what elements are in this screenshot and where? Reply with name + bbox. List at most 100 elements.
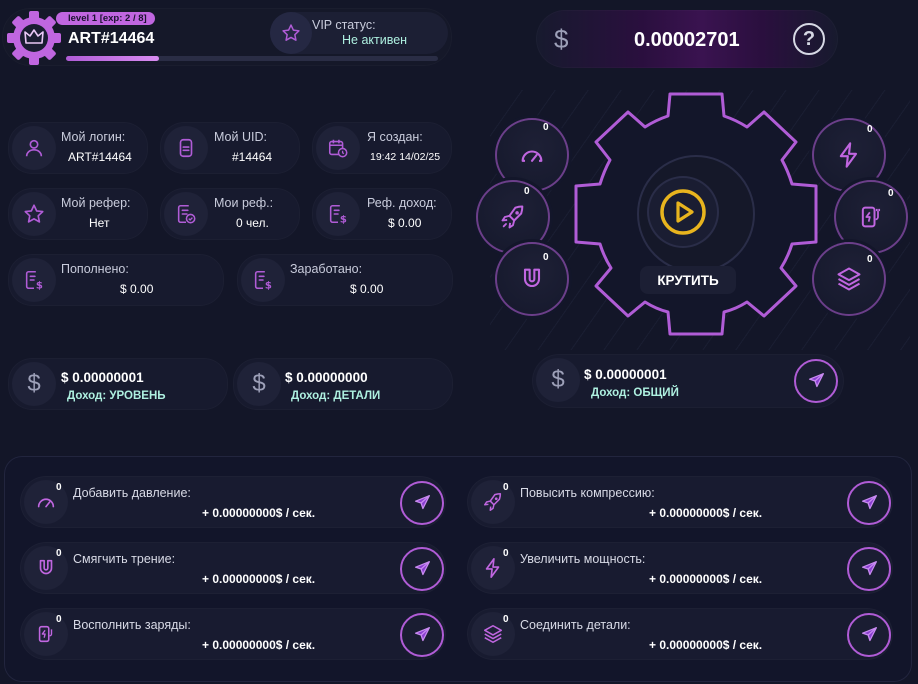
upgrade-power-rate: + 0.00000000$ / сек. xyxy=(649,572,763,586)
login-label: Мой логин: xyxy=(61,130,126,144)
calendar-clock-icon xyxy=(328,139,348,158)
profile-gear-logo xyxy=(6,10,62,66)
rocket-icon xyxy=(501,205,524,229)
lightning-icon xyxy=(839,142,858,168)
deposited-label: Пополнено: xyxy=(61,262,129,276)
login-value: ART#14464 xyxy=(68,150,132,164)
income-parts-icon-holder: $ xyxy=(237,362,281,406)
balance-dollar-icon: $ xyxy=(554,24,569,54)
upgrade-compression-row xyxy=(467,476,893,528)
upgrade-compression-count: 0 xyxy=(503,482,509,493)
svg-text:$: $ xyxy=(265,280,272,291)
uid-value: #14464 xyxy=(232,150,273,164)
dollar-icon: $ xyxy=(252,370,266,397)
income-total-icon-holder: $ xyxy=(536,358,580,402)
question-icon: ? xyxy=(802,28,816,50)
star-icon xyxy=(282,24,300,41)
level-badge-text: level 1 [exp: 2 / 8] xyxy=(68,13,147,24)
orb-friction[interactable] xyxy=(495,242,569,316)
income-parts-amount: $ 0.00000000 xyxy=(285,370,368,385)
upgrade-charge-rate: + 0.00000000$ / сек. xyxy=(202,638,316,652)
send-arrow-icon xyxy=(861,561,877,576)
send-arrow-icon xyxy=(414,495,430,510)
exp-progress-fill xyxy=(66,56,159,61)
balance-value: 0.00002701 xyxy=(634,29,740,51)
orb-pressure-count: 0 xyxy=(543,122,549,133)
ref-income-icon-holder: $ xyxy=(316,192,360,236)
upgrade-parts-button[interactable] xyxy=(847,613,891,657)
dollar-icon: $ xyxy=(551,366,565,393)
upgrade-power-row xyxy=(467,542,893,594)
send-arrow-icon xyxy=(414,561,430,576)
vip-star-holder xyxy=(270,12,312,54)
upgrade-friction-button[interactable] xyxy=(400,547,444,591)
layers-icon xyxy=(483,624,503,644)
battery-charge-icon xyxy=(861,206,881,228)
lightning-icon xyxy=(485,558,500,578)
upgrade-compression-rate: + 0.00000000$ / сек. xyxy=(649,506,763,520)
deposited-icon-holder: $ xyxy=(12,258,56,302)
magnet-icon xyxy=(523,268,541,288)
upgrade-friction-row xyxy=(20,542,446,594)
referrer-label: Мой рефер: xyxy=(61,196,131,210)
ref-income-label: Реф. доход: xyxy=(367,196,437,210)
upgrade-power-button[interactable] xyxy=(847,547,891,591)
spin-button[interactable]: КРУТИТЬ xyxy=(640,266,736,294)
speedometer-icon xyxy=(521,150,543,162)
upgrade-friction-rate: + 0.00000000$ / сек. xyxy=(202,572,316,586)
refs-icon-holder xyxy=(164,192,208,236)
level-badge: level 1 [exp: 2 / 8] xyxy=(56,12,155,25)
battery-charge-icon xyxy=(38,625,53,643)
income-total-go-button[interactable] xyxy=(794,359,838,403)
income-parts-label: Доход: ДЕТАЛИ xyxy=(291,390,381,402)
uid-label: Мой UID: xyxy=(214,130,267,144)
upgrade-parts-rate: + 0.00000000$ / сек. xyxy=(649,638,763,652)
upgrade-friction-count: 0 xyxy=(56,548,62,559)
upgrade-charge-label: Восполнить заряды: xyxy=(73,618,191,632)
vip-status[interactable]: VIP статус: Не активен xyxy=(270,12,448,54)
uid-icon-holder xyxy=(164,126,208,170)
upgrade-compression-button[interactable] xyxy=(847,481,891,525)
user-icon xyxy=(25,139,43,157)
username: ART#14464 xyxy=(68,30,155,47)
refs-value: 0 чел. xyxy=(236,216,269,230)
income-level-icon-holder: $ xyxy=(12,362,56,406)
rocket-icon xyxy=(484,492,502,511)
orb-friction-count: 0 xyxy=(543,252,549,263)
created-value: 19:42 14/02/25 xyxy=(370,151,441,163)
orb-power-count: 0 xyxy=(867,124,873,135)
svg-text:$: $ xyxy=(340,214,347,225)
id-card-icon xyxy=(179,138,193,158)
income-level-label: Доход: УРОВЕНЬ xyxy=(67,390,166,402)
orb-compression-count: 0 xyxy=(524,186,530,197)
send-arrow-icon xyxy=(861,627,877,642)
play-button[interactable] xyxy=(649,178,717,246)
upgrade-power-count: 0 xyxy=(503,548,509,559)
earned-icon-holder: $ xyxy=(241,258,285,302)
deposited-value: $ 0.00 xyxy=(120,282,154,296)
exp-progress-track xyxy=(66,56,438,61)
send-arrow-icon xyxy=(808,373,824,388)
orb-charge-count: 0 xyxy=(888,188,894,199)
upgrade-friction-label: Смягчить трение: xyxy=(73,552,176,566)
invoice-dollar-icon: $ xyxy=(329,204,347,225)
orb-parts[interactable] xyxy=(812,242,886,316)
earned-value: $ 0.00 xyxy=(350,282,384,296)
upgrade-pressure-label: Добавить давление: xyxy=(73,486,191,500)
dollar-icon: $ xyxy=(27,370,41,397)
play-icon xyxy=(660,189,706,235)
income-level-amount: $ 0.00000001 xyxy=(61,370,144,385)
upgrade-pressure-rate: + 0.00000000$ / сек. xyxy=(202,506,316,520)
upgrade-parts-count: 0 xyxy=(503,614,509,625)
earned-label: Заработано: xyxy=(290,262,363,276)
help-button[interactable]: ? xyxy=(793,23,825,55)
upgrade-charge-count: 0 xyxy=(56,614,62,625)
upgrade-pressure-button[interactable] xyxy=(400,481,444,525)
upgrade-charge-row xyxy=(20,608,446,660)
invoice-dollar-icon: $ xyxy=(254,270,272,291)
login-icon-holder xyxy=(12,126,56,170)
upgrade-pressure-row xyxy=(20,476,446,528)
referrer-value: Нет xyxy=(89,216,110,230)
upgrade-charge-button[interactable] xyxy=(400,613,444,657)
document-check-icon xyxy=(177,204,196,224)
